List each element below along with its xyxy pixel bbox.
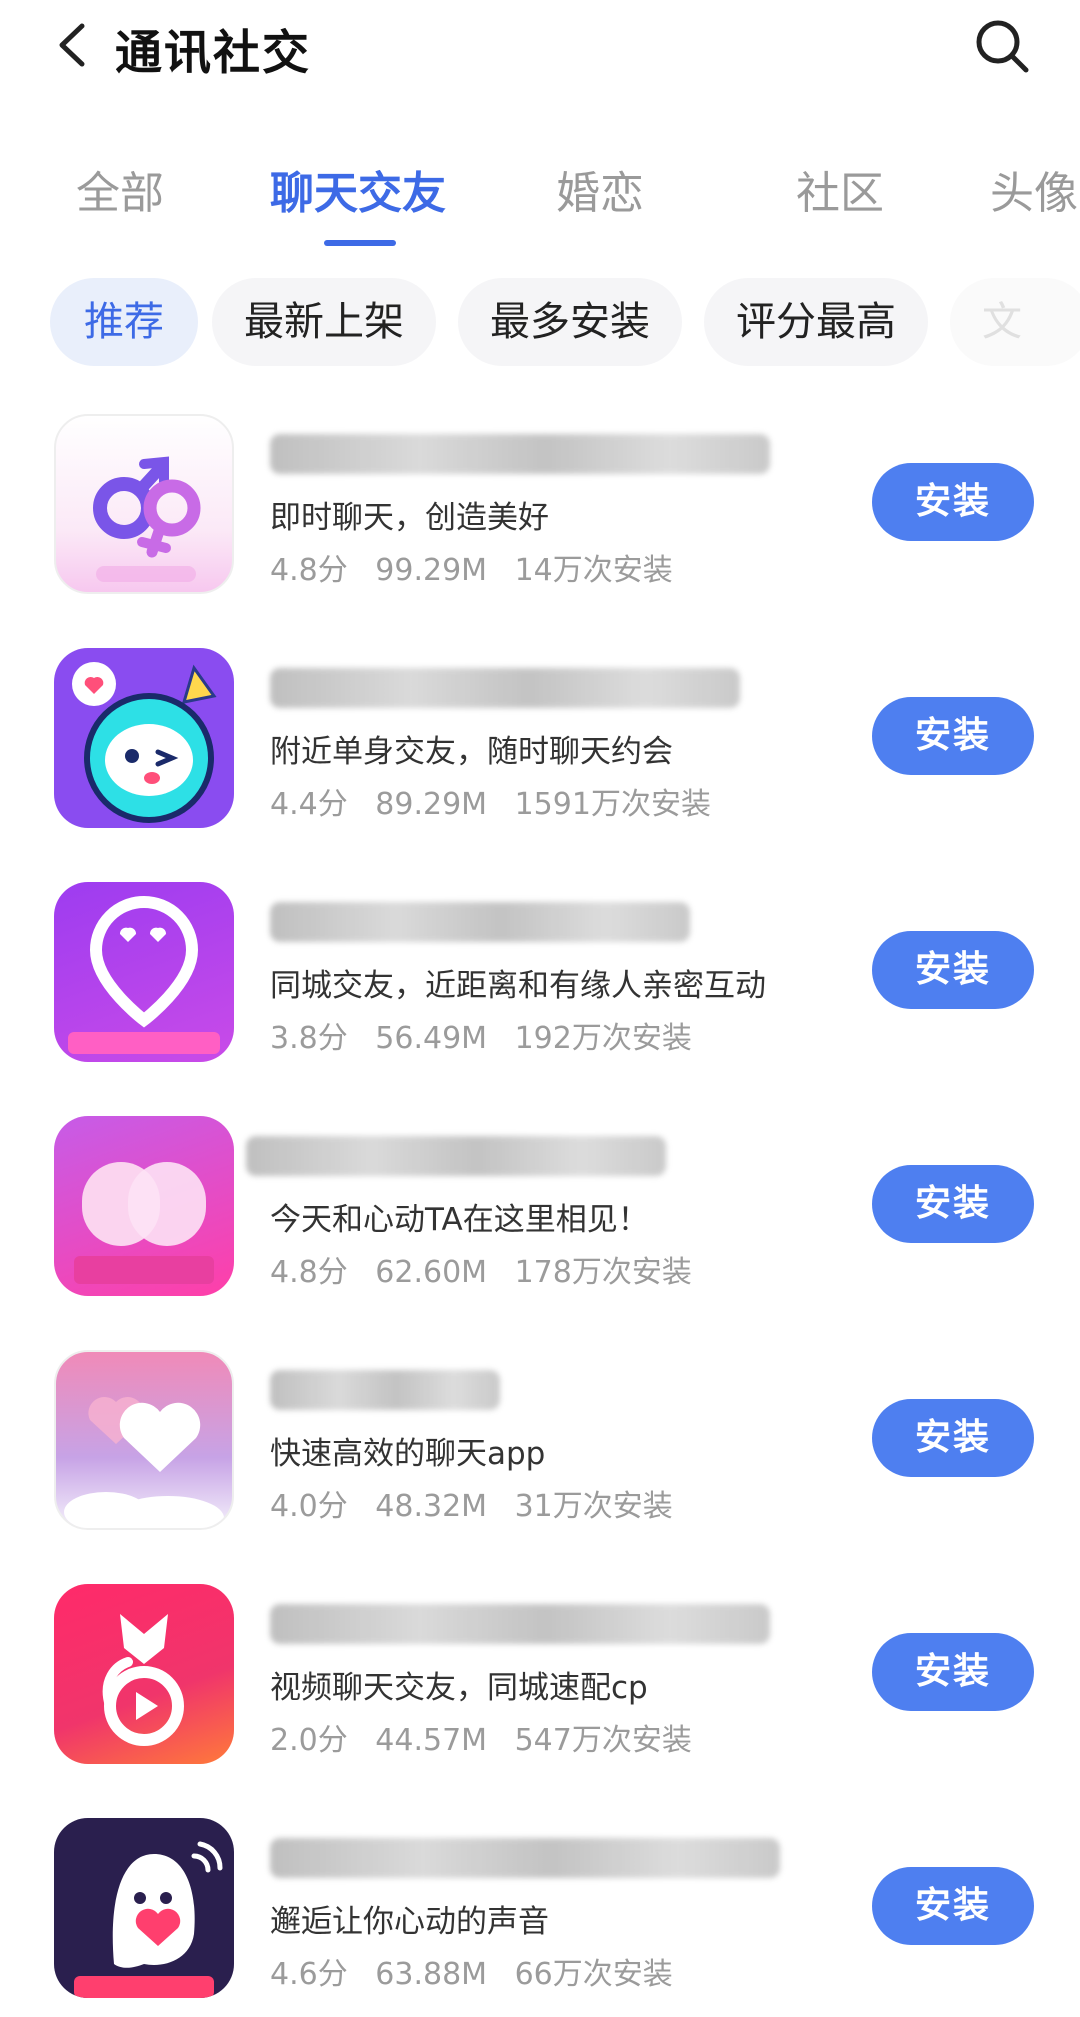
app-name-blurred <box>270 1604 770 1644</box>
list-item[interactable]: 今天和心动TA在这里相见！ 4.8分 62.60M 178万次安装 安装 <box>0 1112 1080 1346</box>
active-tab-indicator <box>324 240 396 246</box>
app-icon-heart-clouds <box>54 1350 234 1530</box>
install-button[interactable]: 安装 <box>872 931 1034 1009</box>
install-button[interactable]: 安装 <box>872 697 1034 775</box>
list-item[interactable]: 邂逅让你心动的声音 4.6分 63.88M 66万次安装 安装 <box>0 1814 1080 2017</box>
app-size: 99.29M <box>375 553 488 588</box>
sort-filter-chips: 推荐 最新上架 最多安装 评分最高 文 <box>50 278 1080 370</box>
app-meta: 3.8分 56.49M 192万次安装 <box>270 1013 710 1057</box>
chip-most-installed[interactable]: 最多安装 <box>458 278 682 366</box>
chip-partial[interactable]: 文 <box>950 278 1080 366</box>
app-name-blurred <box>246 1136 666 1176</box>
list-item[interactable]: 同城交友，近距离和有缘人亲密互动 3.8分 56.49M 192万次安装 安装 <box>0 878 1080 1112</box>
app-meta: 4.8分 62.60M 178万次安装 <box>270 1247 710 1291</box>
app-name-blurred <box>270 1370 500 1410</box>
category-tabs: 全部 聊天交友 婚恋 社区 头像 <box>0 145 1080 255</box>
chip-top-rated[interactable]: 评分最高 <box>704 278 928 366</box>
app-description: 附近单身交友，随时聊天约会 <box>270 734 673 770</box>
app-name-blurred <box>270 902 690 942</box>
app-size: 56.49M <box>375 1021 488 1056</box>
app-installs: 1591万次安装 <box>514 787 711 822</box>
app-description: 即时聊天，创造美好 <box>270 500 549 536</box>
app-installs: 31万次安装 <box>514 1489 673 1524</box>
app-installs: 547万次安装 <box>514 1723 692 1758</box>
install-button[interactable]: 安装 <box>872 1633 1034 1711</box>
tab-all[interactable]: 全部 <box>76 157 164 221</box>
app-size: 63.88M <box>375 1957 488 1992</box>
app-name-blurred <box>270 1838 780 1878</box>
app-installs: 14万次安装 <box>514 553 673 588</box>
app-icon-astronaut-mascot <box>54 648 234 828</box>
app-rating: 2.0分 <box>270 1723 348 1758</box>
app-name-blurred <box>270 668 740 708</box>
app-icon-overlapping-bubbles <box>54 1116 234 1296</box>
app-description: 视频聊天交友，同城速配cp <box>270 1670 648 1706</box>
tab-dating[interactable]: 婚恋 <box>556 157 644 221</box>
app-rating: 4.6分 <box>270 1957 348 1992</box>
chip-recommended[interactable]: 推荐 <box>50 278 198 366</box>
app-meta: 4.8分 99.29M 14万次安装 <box>270 545 691 589</box>
app-icon-ghost-heart <box>54 1818 234 1998</box>
app-description: 邂逅让你心动的声音 <box>270 1904 549 1940</box>
app-meta: 4.4分 89.29M 1591万次安装 <box>270 779 729 823</box>
app-installs: 192万次安装 <box>514 1021 692 1056</box>
install-button[interactable]: 安装 <box>872 463 1034 541</box>
search-icon[interactable] <box>972 16 1032 76</box>
app-rating: 4.4分 <box>270 787 348 822</box>
app-size: 48.32M <box>375 1489 488 1524</box>
back-arrow-icon[interactable] <box>50 20 100 70</box>
tab-community[interactable]: 社区 <box>796 157 884 221</box>
app-size: 44.57M <box>375 1723 488 1758</box>
app-description: 快速高效的聊天app <box>270 1436 546 1472</box>
app-meta: 4.0分 48.32M 31万次安装 <box>270 1481 691 1525</box>
app-description: 今天和心动TA在这里相见！ <box>270 1202 649 1238</box>
app-meta: 4.6分 63.88M 66万次安装 <box>270 1949 691 1993</box>
install-button[interactable]: 安装 <box>872 1399 1034 1477</box>
install-button[interactable]: 安装 <box>872 1867 1034 1945</box>
app-rating: 4.0分 <box>270 1489 348 1524</box>
app-installs: 178万次安装 <box>514 1255 692 1290</box>
app-installs: 66万次安装 <box>514 1957 673 1992</box>
app-description: 同城交友，近距离和有缘人亲密互动 <box>270 968 766 1004</box>
app-icon-gender-symbols <box>54 414 234 594</box>
app-name-blurred <box>270 434 770 474</box>
install-button[interactable]: 安装 <box>872 1165 1034 1243</box>
tab-avatar[interactable]: 头像 <box>990 157 1078 221</box>
chip-newest[interactable]: 最新上架 <box>212 278 436 366</box>
app-size: 89.29M <box>375 787 488 822</box>
app-icon-fox-play <box>54 1584 234 1764</box>
list-item[interactable]: 即时聊天，创造美好 4.8分 99.29M 14万次安装 安装 <box>0 410 1080 644</box>
app-rating: 3.8分 <box>270 1021 348 1056</box>
app-size: 62.60M <box>375 1255 488 1290</box>
app-meta: 2.0分 44.57M 547万次安装 <box>270 1715 710 1759</box>
app-icon-location-pin <box>54 882 234 1062</box>
page-title: 通讯社交 <box>115 26 311 81</box>
list-item[interactable]: 视频聊天交友，同城速配cp 2.0分 44.57M 547万次安装 安装 <box>0 1580 1080 1814</box>
app-rating: 4.8分 <box>270 1255 348 1290</box>
tab-chat-friends[interactable]: 聊天交友 <box>270 157 446 221</box>
list-item[interactable]: 快速高效的聊天app 4.0分 48.32M 31万次安装 安装 <box>0 1346 1080 1580</box>
list-item[interactable]: 附近单身交友，随时聊天约会 4.4分 89.29M 1591万次安装 安装 <box>0 644 1080 878</box>
app-rating: 4.8分 <box>270 553 348 588</box>
top-bar: 通讯社交 <box>0 0 1080 100</box>
